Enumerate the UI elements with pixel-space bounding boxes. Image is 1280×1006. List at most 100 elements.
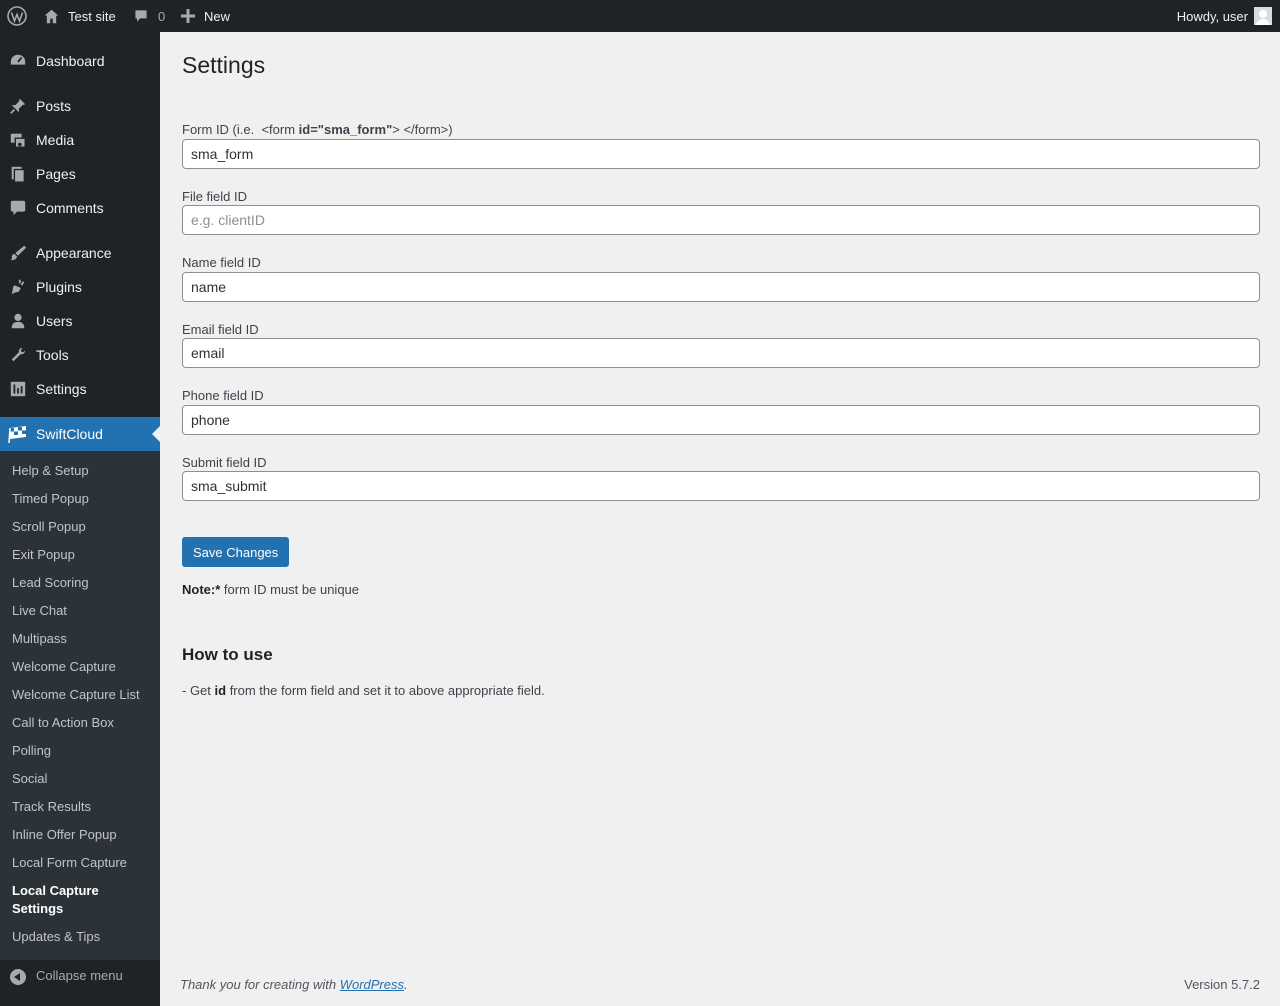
comments-link[interactable]: 0 [133, 0, 165, 32]
new-content-link[interactable]: New [181, 0, 230, 32]
sidebar-item-label: Pages [36, 166, 76, 182]
pushpin-icon [8, 96, 28, 116]
sidebar-item-label: Posts [36, 98, 72, 114]
footer-thanks-suffix: . [404, 977, 408, 992]
submenu-item-updates-tips[interactable]: Updates & Tips [12, 928, 152, 946]
wordpress-logo-icon[interactable] [7, 0, 27, 32]
footer-thanks-prefix: Thank you for creating with [180, 977, 340, 992]
plus-icon [181, 9, 195, 23]
footer-version: Version 5.7.2 [1184, 977, 1260, 992]
submenu-item-exit-popup[interactable]: Exit Popup [12, 546, 152, 564]
site-name: Test site [68, 8, 116, 24]
submenu-item-track-results[interactable]: Track Results [12, 798, 152, 816]
form-id-label: Form ID (i.e. <form id="sma_form"> </for… [182, 122, 453, 138]
sidebar-item-tools[interactable]: Tools [0, 338, 160, 372]
submenu-item-scroll-popup[interactable]: Scroll Popup [12, 518, 152, 536]
main-content: Settings Form ID (i.e. <form id="sma_for… [160, 32, 1280, 1006]
collapse-menu-label: Collapse menu [36, 968, 123, 983]
account-menu[interactable]: Howdy, user [1177, 0, 1272, 32]
user-icon [8, 311, 28, 331]
media-icon [8, 130, 28, 150]
sidebar-item-label: Users [36, 313, 73, 329]
pages-icon [8, 164, 28, 184]
comment-bubble-icon [135, 10, 147, 22]
footer-thanks: Thank you for creating with WordPress. [180, 977, 408, 992]
form-id-label-bold: id="sma_form" [298, 122, 393, 137]
submenu-item-call-to-action-box[interactable]: Call to Action Box [12, 714, 152, 732]
submenu-item-live-chat[interactable]: Live Chat [12, 602, 152, 620]
submenu-item-welcome-capture[interactable]: Welcome Capture [12, 658, 152, 676]
page-title: Settings [182, 52, 266, 78]
wrench-icon [8, 345, 28, 365]
file-field-id-label: File field ID [182, 189, 248, 204]
submenu-item-help-setup[interactable]: Help & Setup [12, 462, 152, 480]
avatar [1254, 7, 1272, 25]
admin-menu: Dashboard Posts Media Pages Comments App… [0, 32, 160, 1006]
sidebar-item-label: Settings [36, 381, 87, 397]
submenu-item-lead-scoring[interactable]: Lead Scoring [12, 574, 152, 592]
sidebar-item-label: Media [36, 132, 75, 148]
sidebar-item-label: Dashboard [36, 53, 105, 69]
phone-field-id-label: Phone field ID [182, 388, 264, 403]
sidebar-item-appearance[interactable]: Appearance [0, 236, 160, 270]
how-to-use-text: - Get id from the form field and set it … [182, 683, 545, 698]
note-body: form ID must be unique [220, 582, 360, 597]
how-to-use-heading: How to use [182, 645, 273, 664]
site-name-link[interactable]: Test site [43, 0, 116, 32]
sidebar-item-pages[interactable]: Pages [0, 157, 160, 191]
note-bold: Note:* [182, 582, 221, 597]
wordpress-link[interactable]: WordPress [340, 977, 404, 992]
howdy-text: Howdy, user [1176, 8, 1248, 24]
submenu-item-social[interactable]: Social [12, 770, 152, 788]
submenu-item-local-form-capture[interactable]: Local Form Capture [12, 854, 152, 872]
submenu-item-inline-offer-popup[interactable]: Inline Offer Popup [12, 826, 152, 844]
collapse-menu-button[interactable]: Collapse menu [0, 960, 160, 994]
sidebar-item-posts[interactable]: Posts [0, 89, 160, 123]
submenu-item-local-capture-settings[interactable]: Local Capture Settings [12, 882, 152, 918]
submit-field-id-label: Submit field ID [182, 455, 267, 470]
name-field-id-label: Name field ID [182, 255, 261, 270]
collapse-arrow-icon [10, 969, 26, 985]
submenu-item-polling[interactable]: Polling [12, 742, 152, 760]
sidebar-item-label: Tools [36, 347, 69, 363]
home-icon [44, 9, 59, 23]
comments-count: 0 [158, 8, 166, 24]
sidebar-item-label: Plugins [36, 279, 82, 295]
sidebar-item-label: SwiftCloud [36, 426, 103, 442]
sidebar-item-comments[interactable]: Comments [0, 191, 160, 225]
sidebar-item-label: Appearance [36, 245, 112, 261]
swiftcloud-submenu: Help & Setup Timed Popup Scroll Popup Ex… [0, 451, 160, 960]
phone-field-id-input[interactable] [182, 405, 1260, 435]
submenu-item-timed-popup[interactable]: Timed Popup [12, 490, 152, 508]
file-field-id-input[interactable] [182, 205, 1260, 235]
sidebar-item-swiftcloud[interactable]: SwiftCloud [0, 417, 160, 451]
submenu-item-multipass[interactable]: Multipass [12, 630, 152, 648]
form-id-label-prefix: Form ID (i.e. <form [182, 122, 299, 137]
settings-icon [8, 379, 28, 399]
how-to-suffix: from the form field and set it to above … [226, 683, 545, 698]
email-field-id-input[interactable] [182, 338, 1260, 368]
admin-bar: Test site 0 New Howdy, user [0, 0, 1280, 32]
brush-icon [8, 243, 28, 263]
sidebar-item-users[interactable]: Users [0, 304, 160, 338]
checkered-flag-icon [8, 424, 28, 444]
save-changes-button[interactable]: Save Changes [182, 537, 290, 567]
how-to-prefix: - Get [182, 683, 215, 698]
comment-icon [8, 198, 28, 218]
name-field-id-input[interactable] [182, 272, 1260, 302]
sidebar-item-label: Comments [36, 200, 104, 216]
form-id-label-suffix: > </form>) [392, 122, 453, 137]
email-field-id-label: Email field ID [182, 322, 259, 337]
how-to-bold: id [214, 683, 227, 698]
dashboard-icon [8, 51, 28, 71]
sidebar-item-dashboard[interactable]: Dashboard [0, 44, 160, 78]
sidebar-item-plugins[interactable]: Plugins [0, 270, 160, 304]
sidebar-item-settings[interactable]: Settings [0, 372, 160, 406]
submit-field-id-input[interactable] [182, 471, 1260, 501]
plugin-icon [8, 277, 28, 297]
sidebar-item-media[interactable]: Media [0, 123, 160, 157]
new-label: New [204, 8, 231, 24]
form-id-input[interactable] [182, 139, 1260, 169]
note-text: Note:* form ID must be unique [182, 582, 359, 597]
submenu-item-welcome-capture-list[interactable]: Welcome Capture List [12, 686, 152, 704]
